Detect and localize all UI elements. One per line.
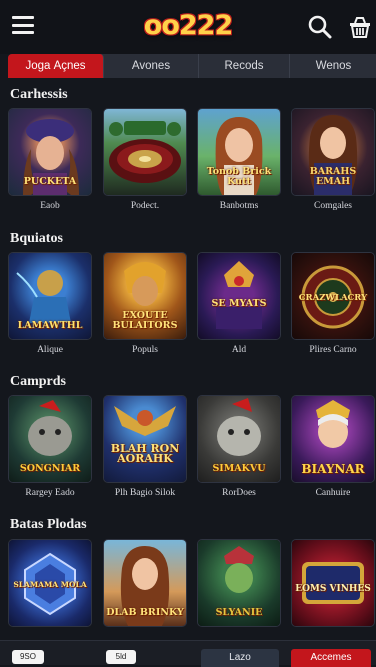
game-art-title: LAMAWTHL [17, 320, 83, 331]
bottom-bar: 9SO 5ld Lazo Accemes [0, 640, 376, 667]
game-label: Plh Bagio Silok [114, 488, 176, 498]
game-card[interactable]: BLAH RON AORAHK Plh Bagio Silok [104, 396, 186, 498]
game-card[interactable]: SLAMAMA MOLA [9, 540, 91, 632]
basket-icon[interactable] [347, 14, 373, 40]
game-card[interactable]: BARAHS EMAH Comgales [292, 109, 374, 211]
game-thumbnail[interactable]: BARAHS EMAH [292, 109, 374, 195]
game-thumbnail[interactable]: SE MYATS [198, 253, 280, 339]
game-thumbnail[interactable]: SONGNIAR [9, 396, 91, 482]
game-card[interactable]: DLAB BRINKY [104, 540, 186, 632]
game-art-title: DLAB BRINKY [106, 607, 184, 618]
game-card[interactable]: SE MYATS Ald [198, 253, 280, 355]
game-label: Populs [132, 345, 158, 355]
game-label: Comgales [314, 201, 352, 211]
game-thumbnail[interactable]: SLAMAMA MOLA [9, 540, 91, 626]
section-title: Batas Plodas [10, 517, 87, 532]
game-thumbnail[interactable]: PUCKETA [9, 109, 91, 195]
game-art-title: EOMS VINHES [295, 584, 371, 594]
game-art-title: SONGNIAR [19, 463, 81, 474]
game-thumbnail[interactable] [104, 109, 186, 195]
game-row: SONGNIAR Rargey Eado BLAH RON AORAHK Plh… [9, 396, 376, 526]
game-thumbnail[interactable]: LAMAWTHL [9, 253, 91, 339]
game-art-title: EXOUTE BULAITORS [112, 310, 178, 331]
game-art-title: Tonob Brick Kutt [206, 166, 272, 187]
access-button[interactable]: Accemes [291, 649, 371, 667]
game-label: RorDoes [222, 488, 256, 498]
game-card[interactable]: EXOUTE BULAITORS Populs [104, 253, 186, 355]
game-thumbnail[interactable]: EOMS VINHES [292, 540, 374, 626]
game-row: PUCKETA Eaob Podect. Tonob Brick Kutt Ba… [9, 109, 376, 239]
game-thumbnail[interactable]: SIMAKVU [198, 396, 280, 482]
game-art-title: BARAHS EMAH [309, 166, 357, 187]
section-title: Bquiatos [10, 231, 63, 246]
game-thumbnail[interactable]: BIAYNAR [292, 396, 374, 482]
game-art-title: SIMAKVU [212, 463, 266, 474]
game-label: Ald [231, 345, 247, 355]
game-label: Podect. [130, 201, 160, 211]
game-card[interactable]: CRAZWLACRY Plires Carno [292, 253, 374, 355]
game-thumbnail[interactable]: SLYANIE [198, 540, 280, 626]
game-label: Alique [37, 345, 63, 355]
category-tabs: Jogа Açnes Avones Recods Wenos [8, 54, 376, 78]
section-title: Camprds [10, 374, 67, 389]
balance-chip[interactable]: 9SO [12, 650, 44, 664]
game-label: Canhuire [315, 488, 351, 498]
game-art-title: PUCKETA [23, 176, 77, 187]
game-art-title: SLAMAMA MOLA [13, 580, 87, 589]
game-thumbnail[interactable]: DLAB BRINKY [104, 540, 186, 626]
game-thumbnail[interactable]: CRAZWLACRY [292, 253, 374, 339]
bonus-chip[interactable]: 5ld [106, 650, 136, 664]
game-art-title: CRAZWLACRY [298, 293, 368, 303]
tab-jogos[interactable]: Jogа Açnes [8, 54, 104, 78]
game-thumbnail[interactable]: EXOUTE BULAITORS [104, 253, 186, 339]
game-label: Eaob [40, 201, 60, 211]
game-card[interactable]: SIMAKVU RorDoes [198, 396, 280, 498]
search-icon[interactable] [307, 14, 333, 40]
game-art-title: BLAH RON AORAHK [110, 442, 180, 465]
game-label: Plires Carno [309, 345, 357, 355]
game-card[interactable]: Tonob Brick Kutt Banbotms [198, 109, 280, 211]
game-art-title: SE MYATS [211, 298, 267, 309]
section-title: Carhessis [10, 87, 68, 102]
game-card[interactable]: PUCKETA Eaob [9, 109, 91, 211]
tab-wenos[interactable]: Wenos [290, 54, 376, 78]
game-art-title: SLYANIE [215, 607, 263, 618]
game-art-title: BIAYNAR [301, 462, 365, 476]
game-row: SLAMAMA MOLA DLAB BRINKY SLYANIE EOMS VI… [9, 540, 376, 638]
game-card[interactable]: SONGNIAR Rargey Eado [9, 396, 91, 498]
game-card[interactable]: BIAYNAR Canhuire [292, 396, 374, 498]
login-button[interactable]: Lazo [201, 649, 279, 667]
game-card[interactable]: LAMAWTHL Alique [9, 253, 91, 355]
tab-avones[interactable]: Avones [104, 54, 199, 78]
tab-recods[interactable]: Recods [199, 54, 290, 78]
game-card[interactable]: SLYANIE [198, 540, 280, 632]
game-thumbnail[interactable]: Tonob Brick Kutt [198, 109, 280, 195]
game-row: LAMAWTHL Alique EXOUTE BULAITORS Populs … [9, 253, 376, 383]
top-header: oo222 [0, 0, 376, 54]
game-label: Rargey Eado [25, 488, 75, 498]
game-card[interactable]: Podect. [104, 109, 186, 211]
game-card[interactable]: EOMS VINHES [292, 540, 374, 632]
game-label: Banbotms [219, 201, 259, 211]
game-thumbnail[interactable]: BLAH RON AORAHK [104, 396, 186, 482]
